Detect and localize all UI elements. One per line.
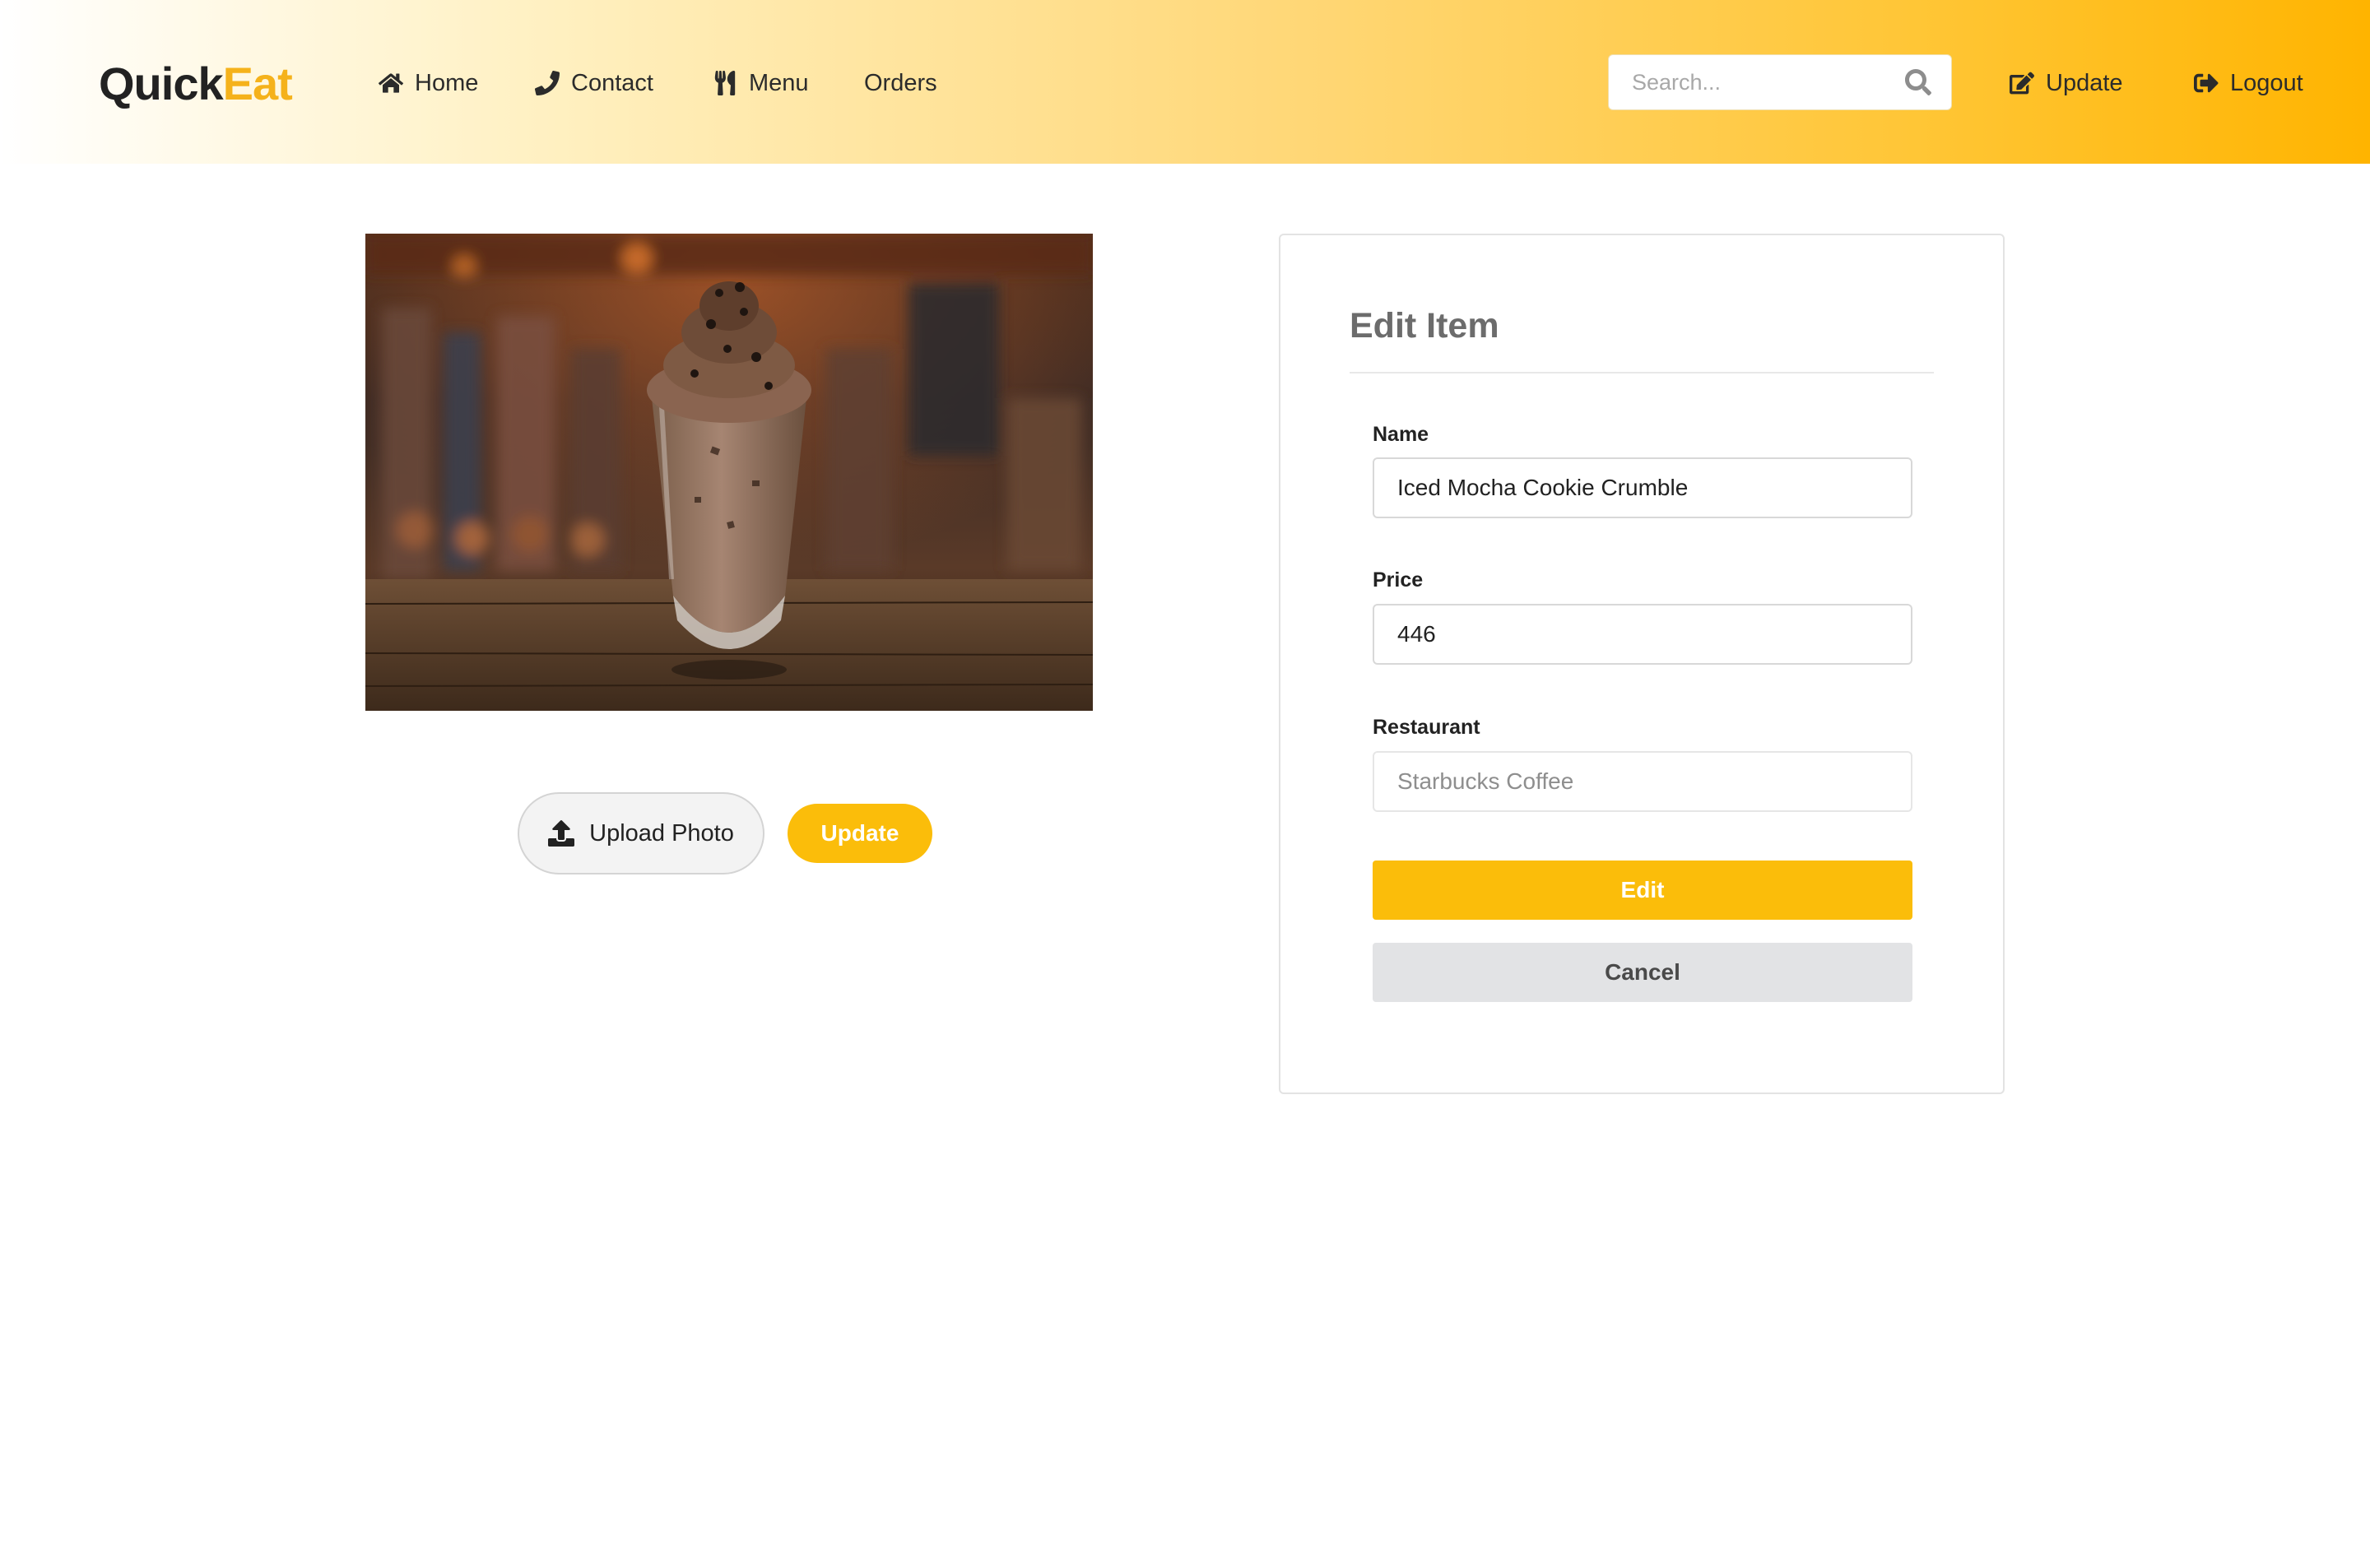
nav-home[interactable]: Home: [379, 64, 478, 102]
nav-orders[interactable]: Orders: [864, 64, 937, 102]
edit-icon: [2010, 72, 2034, 95]
nav-update[interactable]: Update: [2010, 64, 2123, 102]
name-label: Name: [1373, 423, 1429, 446]
price-field[interactable]: [1373, 604, 1912, 665]
name-field[interactable]: [1373, 457, 1912, 518]
brand-logo-quick: Quick: [99, 58, 224, 109]
edit-item-card: Edit Item Name Price Restaurant Edit Can…: [1279, 234, 2005, 1094]
nav-menu-label: Menu: [749, 69, 809, 96]
nav-contact[interactable]: Contact: [535, 64, 653, 102]
nav-menu[interactable]: Menu: [713, 64, 809, 102]
product-image: [365, 234, 1093, 711]
search-box: [1608, 54, 1952, 110]
phone-icon: [535, 71, 560, 95]
product-photo: [365, 234, 1093, 711]
home-icon: [379, 73, 403, 93]
top-navbar: QuickEat Home Contact Menu Orders Update…: [0, 0, 2370, 164]
utensils-icon: [714, 71, 736, 95]
update-photo-button[interactable]: Update: [788, 804, 932, 863]
nav-orders-label: Orders: [864, 69, 937, 96]
upload-photo-label: Upload Photo: [589, 819, 734, 847]
upload-icon: [548, 820, 575, 847]
logout-icon: [2194, 73, 2219, 93]
upload-photo-button[interactable]: Upload Photo: [518, 792, 764, 874]
brand-logo-eat: Eat: [222, 58, 293, 109]
nav-update-label: Update: [2046, 69, 2123, 96]
nav-contact-label: Contact: [571, 69, 653, 96]
nav-logout-label: Logout: [2230, 69, 2303, 96]
cancel-button[interactable]: Cancel: [1373, 943, 1912, 1002]
nav-home-label: Home: [415, 69, 479, 96]
restaurant-label: Restaurant: [1373, 716, 1480, 739]
edit-button[interactable]: Edit: [1373, 861, 1912, 920]
search-icon[interactable]: [1905, 69, 1931, 95]
brand-logo[interactable]: QuickEat: [99, 51, 293, 117]
restaurant-field: [1373, 751, 1912, 812]
card-divider: [1350, 372, 1934, 373]
card-title: Edit Item: [1350, 306, 1499, 346]
nav-logout[interactable]: Logout: [2194, 64, 2303, 102]
price-label: Price: [1373, 568, 1424, 591]
search-input[interactable]: [1609, 58, 1889, 107]
